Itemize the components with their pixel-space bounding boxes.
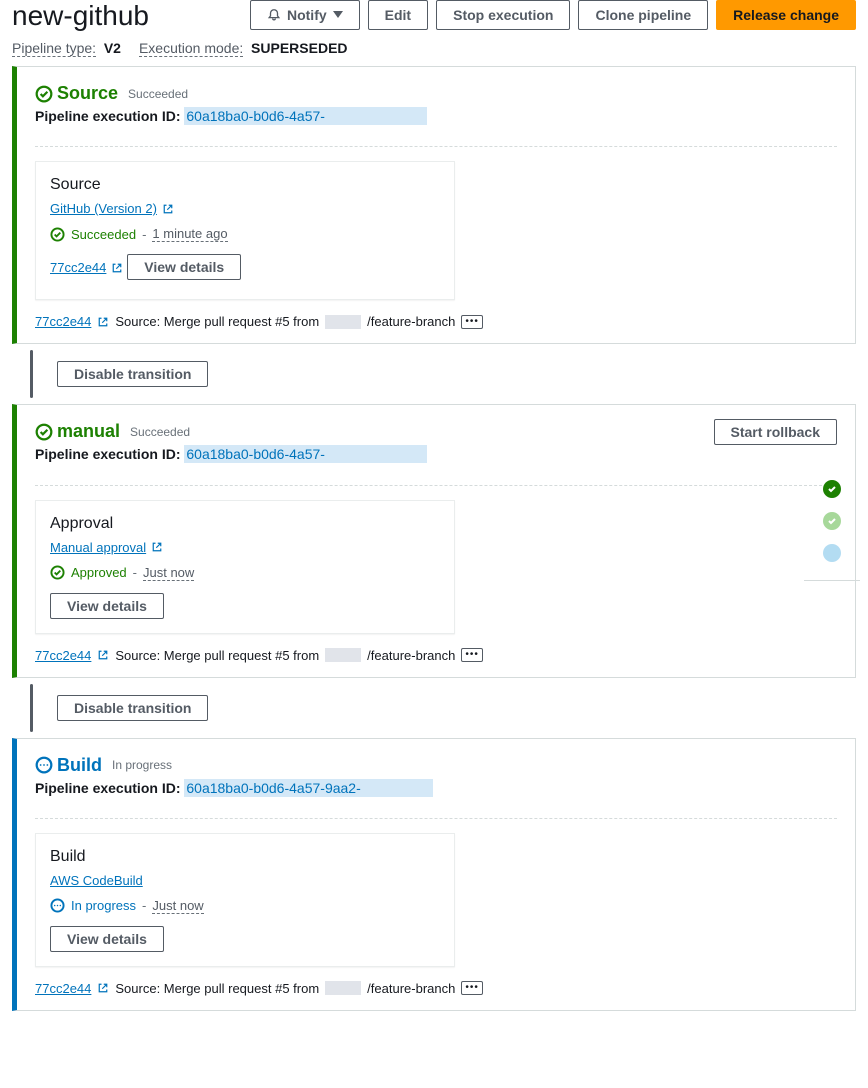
action-card-approval: Approval Manual approval Approved - Just… xyxy=(35,500,455,634)
external-link-icon xyxy=(162,203,174,215)
execution-id-label: Pipeline execution ID: xyxy=(35,446,180,462)
action-status: Succeeded xyxy=(71,227,136,242)
more-button[interactable]: ••• xyxy=(461,648,483,662)
execution-mode-value: SUPERSEDED xyxy=(251,40,347,56)
check-circle-icon xyxy=(35,85,53,103)
page-title: new-github xyxy=(12,0,149,32)
transition-line xyxy=(30,684,33,732)
in-progress-icon xyxy=(50,898,65,913)
commit-message: Source: Merge pull request #5 from xyxy=(115,648,319,663)
provider-link[interactable]: GitHub (Version 2) xyxy=(50,201,157,216)
pipeline-type-value: V2 xyxy=(104,40,121,56)
disable-transition-button[interactable]: Disable transition xyxy=(57,361,208,387)
more-button[interactable]: ••• xyxy=(461,981,483,995)
stage-build: Build In progress Pipeline execution ID:… xyxy=(12,738,856,1011)
external-link-icon xyxy=(97,316,109,328)
stage-status: Succeeded xyxy=(128,87,188,101)
bell-icon xyxy=(267,8,281,22)
action-card-source: Source GitHub (Version 2) Succeeded - 1 … xyxy=(35,161,455,300)
edit-button[interactable]: Edit xyxy=(368,0,428,30)
check-circle-icon xyxy=(35,423,53,441)
action-card-build: Build AWS CodeBuild In progress - Just n… xyxy=(35,833,455,967)
execution-id-label: Pipeline execution ID: xyxy=(35,108,180,124)
provider-link[interactable]: Manual approval xyxy=(50,540,146,555)
in-progress-icon xyxy=(35,756,53,774)
pipeline-type-label: Pipeline type: xyxy=(12,40,96,57)
stop-execution-button[interactable]: Stop execution xyxy=(436,0,570,30)
redacted xyxy=(325,648,361,662)
start-rollback-button[interactable]: Start rollback xyxy=(714,419,837,445)
external-link-icon xyxy=(97,649,109,661)
commit-link[interactable]: 77cc2e44 xyxy=(50,260,106,275)
action-title: Build xyxy=(50,848,440,866)
disable-transition-button[interactable]: Disable transition xyxy=(57,695,208,721)
nav-dot-succeeded[interactable] xyxy=(823,512,841,530)
caret-down-icon xyxy=(333,11,343,19)
stage-status: Succeeded xyxy=(130,425,190,439)
action-time: Just now xyxy=(152,898,203,914)
stage-source: Source Succeeded Pipeline execution ID: … xyxy=(12,66,856,344)
transition-line xyxy=(30,350,33,398)
notify-button[interactable]: Notify xyxy=(250,0,360,30)
nav-dot-in-progress[interactable] xyxy=(823,544,841,562)
redacted xyxy=(325,315,361,329)
execution-id-link[interactable]: 60a18ba0-b0d6-4a57- xyxy=(184,107,427,125)
execution-id-label: Pipeline execution ID: xyxy=(35,780,180,796)
execution-id-link[interactable]: 60a18ba0-b0d6-4a57- xyxy=(184,445,427,463)
view-details-button[interactable]: View details xyxy=(127,254,241,280)
commit-message-suffix: /feature-branch xyxy=(367,648,455,663)
nav-dot-succeeded[interactable] xyxy=(823,480,841,498)
commit-message: Source: Merge pull request #5 from xyxy=(115,314,319,329)
commit-message: Source: Merge pull request #5 from xyxy=(115,981,319,996)
commit-link[interactable]: 77cc2e44 xyxy=(35,648,91,663)
check-circle-icon xyxy=(50,565,65,580)
check-circle-icon xyxy=(50,227,65,242)
commit-link[interactable]: 77cc2e44 xyxy=(35,981,91,996)
execution-mode-label: Execution mode: xyxy=(139,40,243,57)
execution-id-link[interactable]: 60a18ba0-b0d6-4a57-9aa2- xyxy=(184,779,432,797)
commit-message-suffix: /feature-branch xyxy=(367,314,455,329)
action-status: In progress xyxy=(71,898,136,913)
stage-status: In progress xyxy=(112,758,172,772)
stage-manual: Start rollback manual Succeeded Pipeline… xyxy=(12,404,856,677)
action-time: Just now xyxy=(143,565,194,581)
provider-link[interactable]: AWS CodeBuild xyxy=(50,873,143,888)
external-link-icon xyxy=(111,262,123,274)
action-title: Approval xyxy=(50,515,440,533)
view-details-button[interactable]: View details xyxy=(50,593,164,619)
clone-pipeline-button[interactable]: Clone pipeline xyxy=(578,0,708,30)
commit-link[interactable]: 77cc2e44 xyxy=(35,314,91,329)
action-status: Approved xyxy=(71,565,127,580)
more-button[interactable]: ••• xyxy=(461,315,483,329)
release-change-button[interactable]: Release change xyxy=(716,0,856,30)
stage-nav-dots xyxy=(804,480,860,581)
commit-message-suffix: /feature-branch xyxy=(367,981,455,996)
view-details-button[interactable]: View details xyxy=(50,926,164,952)
action-title: Source xyxy=(50,176,440,194)
redacted xyxy=(325,981,361,995)
external-link-icon xyxy=(97,982,109,994)
action-time: 1 minute ago xyxy=(152,226,227,242)
external-link-icon xyxy=(151,541,163,553)
